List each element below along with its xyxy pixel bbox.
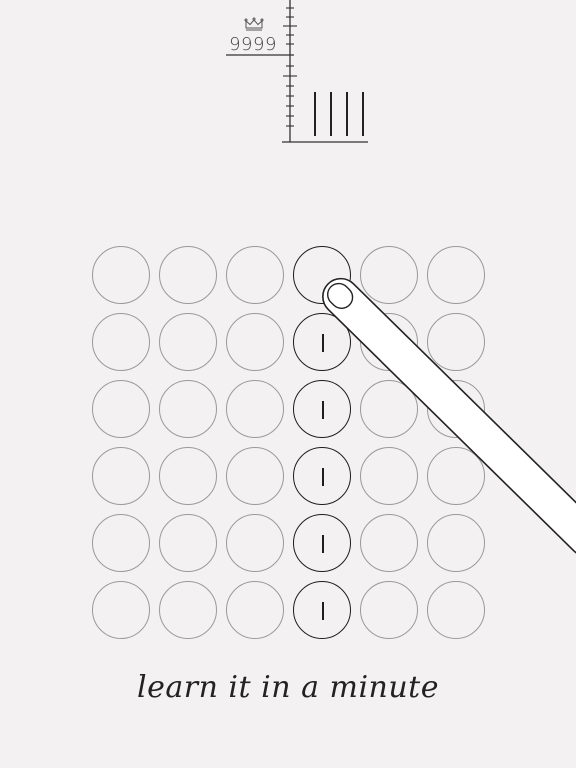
board-cell[interactable] xyxy=(92,514,150,572)
board-cell[interactable] xyxy=(92,313,150,371)
board-cell[interactable] xyxy=(360,246,418,304)
cell-mark xyxy=(322,401,324,419)
board-cell[interactable] xyxy=(159,514,217,572)
board-cell[interactable] xyxy=(226,313,284,371)
board-cell[interactable] xyxy=(159,313,217,371)
score-hud: 9999 xyxy=(0,0,576,160)
board-cell[interactable] xyxy=(293,581,351,639)
board-cell[interactable] xyxy=(92,447,150,505)
board-cell[interactable] xyxy=(427,380,485,438)
game-screen: 9999 learn it in a minute xyxy=(0,0,576,768)
board-cell[interactable] xyxy=(159,447,217,505)
board-cell[interactable] xyxy=(427,514,485,572)
board-cell[interactable] xyxy=(293,514,351,572)
board-cell[interactable] xyxy=(427,581,485,639)
board-cell[interactable] xyxy=(360,380,418,438)
board-cell[interactable] xyxy=(159,246,217,304)
cell-mark xyxy=(322,602,324,620)
board-cell[interactable] xyxy=(427,246,485,304)
cell-mark xyxy=(322,334,324,352)
board-cell[interactable] xyxy=(226,380,284,438)
board-cell[interactable] xyxy=(226,581,284,639)
board-cell[interactable] xyxy=(293,447,351,505)
game-board xyxy=(90,244,488,642)
crown-icon xyxy=(244,17,264,31)
tagline: learn it in a minute xyxy=(137,670,439,705)
cell-mark xyxy=(322,535,324,553)
board-cell[interactable] xyxy=(360,447,418,505)
board-cell[interactable] xyxy=(360,581,418,639)
board-cell[interactable] xyxy=(92,380,150,438)
board-cell[interactable] xyxy=(427,447,485,505)
score-ruler xyxy=(226,0,368,143)
board-cell[interactable] xyxy=(360,514,418,572)
board-cell[interactable] xyxy=(293,246,351,304)
board-cell[interactable] xyxy=(226,246,284,304)
high-score-value: 9999 xyxy=(229,34,277,55)
board-cell[interactable] xyxy=(293,313,351,371)
board-cell[interactable] xyxy=(226,514,284,572)
board-cell[interactable] xyxy=(226,447,284,505)
board-cell[interactable] xyxy=(92,246,150,304)
board-cell[interactable] xyxy=(293,380,351,438)
board-cell[interactable] xyxy=(92,581,150,639)
current-score-tally xyxy=(314,92,364,136)
board-cell[interactable] xyxy=(360,313,418,371)
board-cell[interactable] xyxy=(159,581,217,639)
cell-mark xyxy=(322,468,324,486)
board-cell[interactable] xyxy=(427,313,485,371)
board-cell[interactable] xyxy=(159,380,217,438)
